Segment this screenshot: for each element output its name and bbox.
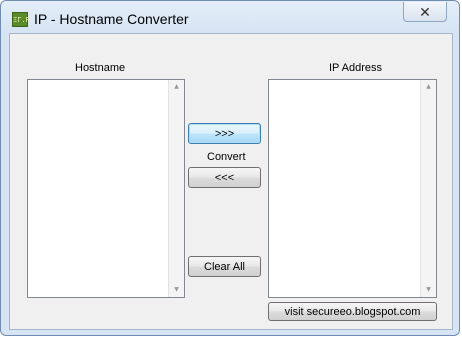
ip-address-label: IP Address — [329, 62, 382, 74]
app-window: ΞΓ.R IP - Hostname Converter ✕ Hostname … — [0, 0, 460, 336]
clear-all-button[interactable]: Clear All — [188, 256, 261, 277]
client-area: Hostname ▲ ▼ >>> Convert <<< Clear All I… — [9, 33, 453, 330]
scroll-up-icon[interactable]: ▲ — [421, 80, 436, 94]
hostname-listbox[interactable]: ▲ ▼ — [27, 79, 185, 298]
close-icon: ✕ — [419, 5, 431, 21]
ip-scrollbar[interactable]: ▲ ▼ — [420, 80, 436, 297]
scroll-down-icon[interactable]: ▼ — [421, 283, 436, 297]
to-ip-button[interactable]: >>> — [188, 123, 261, 144]
window-title: IP - Hostname Converter — [34, 11, 189, 27]
hostname-scrollbar[interactable]: ▲ ▼ — [168, 80, 184, 297]
scroll-down-icon[interactable]: ▼ — [169, 283, 184, 297]
convert-label: Convert — [207, 151, 246, 163]
to-hostname-button[interactable]: <<< — [188, 167, 261, 188]
scroll-up-icon[interactable]: ▲ — [169, 80, 184, 94]
ip-address-listbox[interactable]: ▲ ▼ — [268, 79, 437, 298]
title-bar[interactable]: ΞΓ.R IP - Hostname Converter ✕ — [1, 1, 459, 35]
app-icon: ΞΓ.R — [12, 12, 30, 27]
hostname-label: Hostname — [75, 62, 126, 74]
visit-website-button[interactable]: visit secureeo.blogspot.com — [268, 302, 437, 321]
close-button[interactable]: ✕ — [403, 2, 447, 22]
